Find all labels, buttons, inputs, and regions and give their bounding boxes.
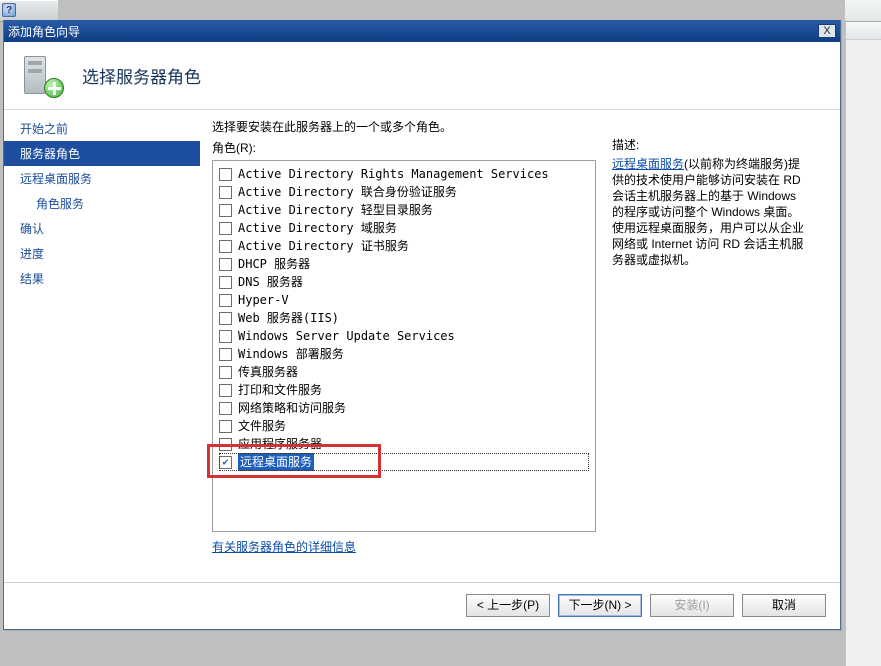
role-checkbox[interactable] bbox=[219, 384, 232, 397]
role-item[interactable]: 传真服务器 bbox=[219, 363, 589, 381]
description-title: 描述: bbox=[612, 137, 808, 153]
role-label: Web 服务器(IIS) bbox=[238, 309, 339, 327]
role-checkbox[interactable] bbox=[219, 222, 232, 235]
role-label: Active Directory 轻型目录服务 bbox=[238, 201, 433, 219]
role-item[interactable]: 文件服务 bbox=[219, 417, 589, 435]
role-label: DNS 服务器 bbox=[238, 273, 303, 291]
role-checkbox[interactable] bbox=[219, 258, 232, 271]
wizard-step[interactable]: 服务器角色 bbox=[4, 141, 200, 166]
role-item[interactable]: Active Directory 域服务 bbox=[219, 219, 589, 237]
back-button[interactable]: < 上一步(P) bbox=[466, 594, 550, 617]
role-label: 远程桌面服务 bbox=[238, 453, 314, 471]
role-item[interactable]: Active Directory 联合身份验证服务 bbox=[219, 183, 589, 201]
role-checkbox[interactable] bbox=[219, 312, 232, 325]
description-panel: 描述: 远程桌面服务(以前称为终端服务)提供的技术使用户能够访问安装在 RD 会… bbox=[612, 137, 808, 555]
role-checkbox[interactable] bbox=[219, 294, 232, 307]
wizard-step[interactable]: 确认 bbox=[4, 216, 200, 241]
role-checkbox[interactable] bbox=[219, 438, 232, 451]
role-label: Windows Server Update Services bbox=[238, 327, 455, 345]
close-button[interactable]: X bbox=[818, 24, 836, 38]
role-label: 传真服务器 bbox=[238, 363, 298, 381]
role-item[interactable]: 打印和文件服务 bbox=[219, 381, 589, 399]
install-button[interactable]: 安装(I) bbox=[650, 594, 734, 617]
wizard-step[interactable]: 结果 bbox=[4, 266, 200, 291]
role-label: Active Directory Rights Management Servi… bbox=[238, 165, 549, 183]
wizard-step[interactable]: 进度 bbox=[4, 241, 200, 266]
wizard-banner: 选择服务器角色 bbox=[4, 42, 840, 110]
cancel-button[interactable]: 取消 bbox=[742, 594, 826, 617]
role-checkbox[interactable] bbox=[219, 420, 232, 433]
role-checkbox[interactable] bbox=[219, 168, 232, 181]
more-info-link[interactable]: 有关服务器角色的详细信息 bbox=[212, 540, 356, 554]
roles-label: 角色(R): bbox=[212, 139, 596, 156]
instruction-text: 选择要安装在此服务器上的一个或多个角色。 bbox=[212, 118, 828, 135]
wizard-footer: < 上一步(P) 下一步(N) > 安装(I) 取消 bbox=[4, 582, 840, 628]
role-item[interactable]: 远程桌面服务 bbox=[219, 453, 589, 471]
role-item[interactable]: Web 服务器(IIS) bbox=[219, 309, 589, 327]
roles-list[interactable]: Active Directory Rights Management Servi… bbox=[212, 160, 596, 532]
page-heading: 选择服务器角色 bbox=[82, 63, 201, 88]
role-label: Active Directory 联合身份验证服务 bbox=[238, 183, 457, 201]
role-checkbox[interactable] bbox=[219, 186, 232, 199]
wizard-steps-sidebar: 开始之前服务器角色远程桌面服务角色服务确认进度结果 bbox=[4, 110, 200, 582]
role-item[interactable]: Windows 部署服务 bbox=[219, 345, 589, 363]
description-link[interactable]: 远程桌面服务 bbox=[612, 157, 684, 171]
window-title: 添加角色向导 bbox=[8, 23, 818, 40]
role-label: Active Directory 域服务 bbox=[238, 219, 397, 237]
role-item[interactable]: 网络策略和访问服务 bbox=[219, 399, 589, 417]
role-label: 应用程序服务器 bbox=[238, 435, 322, 453]
role-checkbox[interactable] bbox=[219, 240, 232, 253]
role-label: Windows 部署服务 bbox=[238, 345, 344, 363]
role-item[interactable]: DHCP 服务器 bbox=[219, 255, 589, 273]
role-item[interactable]: Active Directory Rights Management Servi… bbox=[219, 165, 589, 183]
role-item[interactable]: Active Directory 证书服务 bbox=[219, 237, 589, 255]
role-label: Hyper-V bbox=[238, 291, 289, 309]
role-checkbox[interactable] bbox=[219, 456, 232, 469]
description-body: 远程桌面服务(以前称为终端服务)提供的技术使用户能够访问安装在 RD 会话主机服… bbox=[612, 156, 808, 268]
wizard-step[interactable]: 开始之前 bbox=[4, 116, 200, 141]
role-label: Active Directory 证书服务 bbox=[238, 237, 409, 255]
role-item[interactable]: Active Directory 轻型目录服务 bbox=[219, 201, 589, 219]
role-checkbox[interactable] bbox=[219, 204, 232, 217]
server-add-icon bbox=[18, 52, 66, 100]
role-label: 打印和文件服务 bbox=[238, 381, 322, 399]
role-label: 网络策略和访问服务 bbox=[238, 399, 346, 417]
wizard-step[interactable]: 角色服务 bbox=[4, 191, 200, 216]
role-checkbox[interactable] bbox=[219, 348, 232, 361]
role-item[interactable]: 应用程序服务器 bbox=[219, 435, 589, 453]
next-button[interactable]: 下一步(N) > bbox=[558, 594, 642, 617]
role-checkbox[interactable] bbox=[219, 402, 232, 415]
role-checkbox[interactable] bbox=[219, 276, 232, 289]
role-checkbox[interactable] bbox=[219, 366, 232, 379]
role-item[interactable]: Hyper-V bbox=[219, 291, 589, 309]
role-item[interactable]: Windows Server Update Services bbox=[219, 327, 589, 345]
help-icon[interactable]: ? bbox=[2, 3, 16, 17]
titlebar: 添加角色向导 X bbox=[4, 20, 840, 42]
role-checkbox[interactable] bbox=[219, 330, 232, 343]
add-roles-wizard-dialog: 添加角色向导 X 选择服务器角色 开始之前服务器角色远程桌面服务角色服务确认进度… bbox=[3, 20, 841, 630]
role-label: DHCP 服务器 bbox=[238, 255, 310, 273]
wizard-step[interactable]: 远程桌面服务 bbox=[4, 166, 200, 191]
role-item[interactable]: DNS 服务器 bbox=[219, 273, 589, 291]
role-label: 文件服务 bbox=[238, 417, 286, 435]
